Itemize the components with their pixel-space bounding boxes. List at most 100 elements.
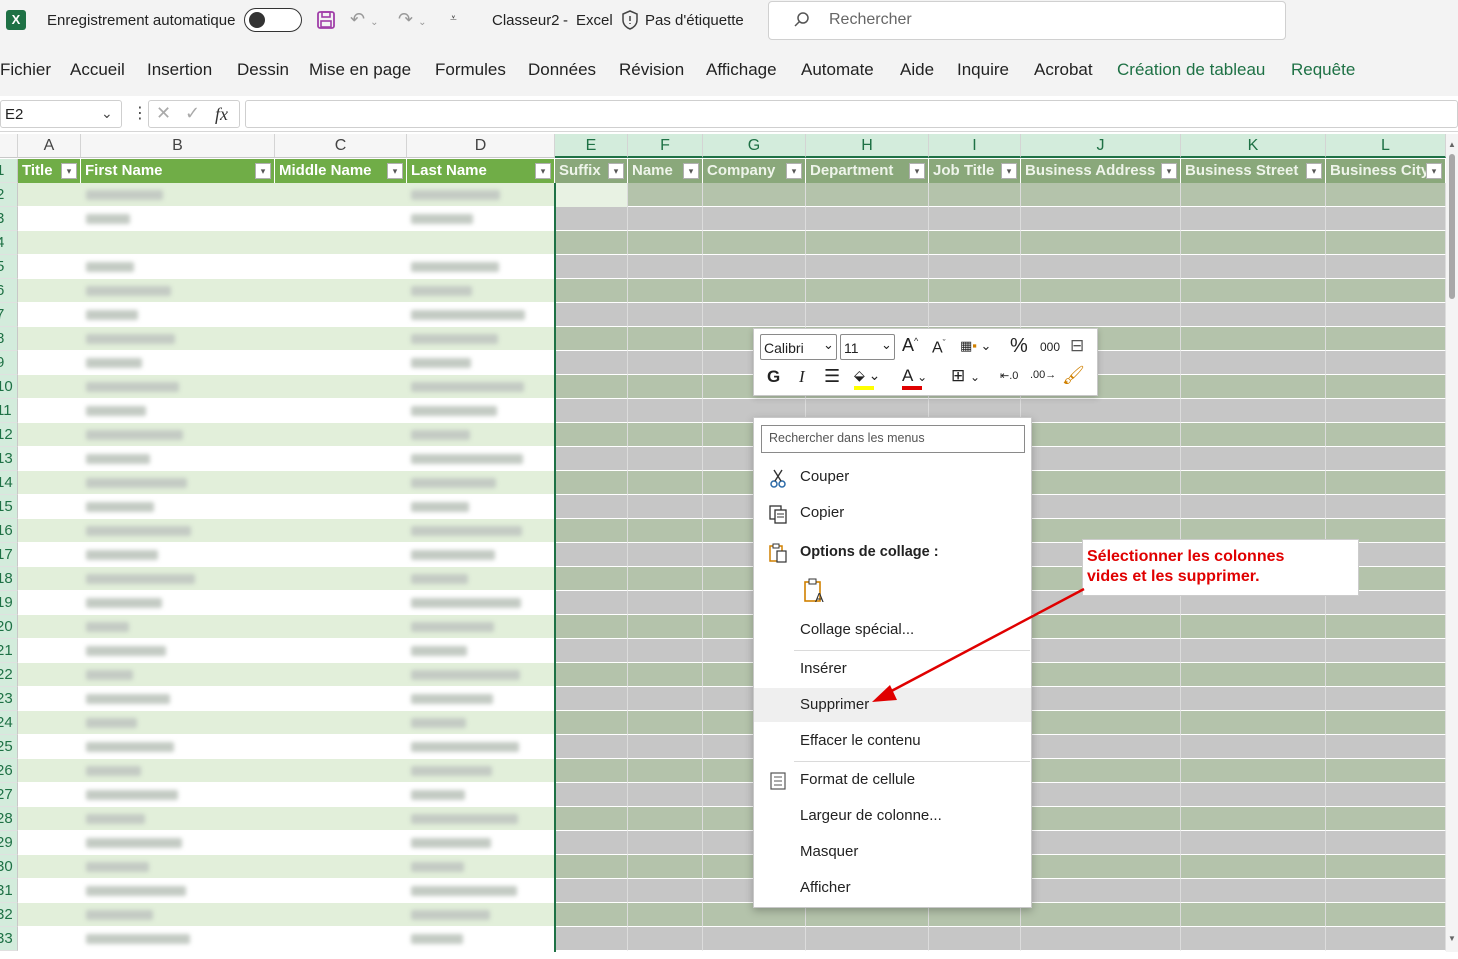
tab-aide[interactable]: Aide xyxy=(900,60,934,80)
percent-icon[interactable]: % xyxy=(1010,335,1028,358)
cell[interactable] xyxy=(275,687,407,711)
cell[interactable] xyxy=(1181,423,1326,447)
cell[interactable] xyxy=(1021,879,1181,903)
cell[interactable] xyxy=(628,447,703,471)
cell[interactable] xyxy=(806,207,929,231)
cell[interactable] xyxy=(18,927,81,951)
cell[interactable] xyxy=(18,903,81,927)
filter-dropdown-icon[interactable]: ▾ xyxy=(786,163,802,179)
cell[interactable] xyxy=(929,231,1021,255)
cell[interactable] xyxy=(1326,303,1446,327)
cell[interactable] xyxy=(1181,711,1326,735)
filter-dropdown-icon[interactable]: ▾ xyxy=(909,163,925,179)
cell[interactable] xyxy=(628,927,703,951)
cell[interactable] xyxy=(806,231,929,255)
fill-color-icon[interactable]: ⬙ ⌄ xyxy=(854,367,890,391)
tab-formules[interactable]: Formules xyxy=(435,60,506,80)
cell[interactable] xyxy=(1326,399,1446,423)
cell[interactable] xyxy=(628,279,703,303)
cell[interactable] xyxy=(18,783,81,807)
cell[interactable] xyxy=(18,183,81,207)
cell[interactable] xyxy=(555,759,628,783)
table-header-cell[interactable]: Business City ▾ xyxy=(1326,159,1446,183)
menu-item-copy[interactable]: Copier xyxy=(754,496,1031,530)
row-header[interactable]: 16 xyxy=(0,519,18,543)
menu-item-hide[interactable]: Masquer xyxy=(754,835,1031,869)
cell[interactable] xyxy=(275,591,407,615)
table-header-cell[interactable]: Name ▾ xyxy=(628,159,703,183)
cell[interactable] xyxy=(555,351,628,375)
enter-icon[interactable]: ✓ xyxy=(185,103,200,124)
cell[interactable] xyxy=(1021,255,1181,279)
cell[interactable] xyxy=(628,831,703,855)
table-header-cell[interactable]: Suffix ▾ xyxy=(555,159,628,183)
cell[interactable] xyxy=(18,663,81,687)
cell[interactable] xyxy=(1181,663,1326,687)
cell[interactable] xyxy=(555,807,628,831)
row-header[interactable]: 7 xyxy=(0,303,18,327)
filter-dropdown-icon[interactable]: ▾ xyxy=(1161,163,1177,179)
cell[interactable] xyxy=(628,615,703,639)
cell[interactable] xyxy=(1021,447,1181,471)
cell[interactable] xyxy=(555,471,628,495)
cell[interactable] xyxy=(275,831,407,855)
cell[interactable] xyxy=(628,711,703,735)
cell[interactable] xyxy=(1326,375,1446,399)
cell[interactable] xyxy=(555,639,628,663)
cell[interactable] xyxy=(1326,615,1446,639)
cell[interactable] xyxy=(18,711,81,735)
cell[interactable] xyxy=(18,687,81,711)
cell[interactable] xyxy=(1326,879,1446,903)
row-header[interactable]: 27 xyxy=(0,783,18,807)
cell[interactable] xyxy=(275,519,407,543)
cell[interactable] xyxy=(18,375,81,399)
row-header[interactable]: 13 xyxy=(0,447,18,471)
cell[interactable] xyxy=(18,351,81,375)
cell[interactable] xyxy=(275,639,407,663)
cell[interactable] xyxy=(628,231,703,255)
cell[interactable] xyxy=(1326,279,1446,303)
cell[interactable] xyxy=(628,735,703,759)
cell[interactable] xyxy=(628,207,703,231)
cell[interactable] xyxy=(275,279,407,303)
cell[interactable] xyxy=(628,807,703,831)
increase-font-icon[interactable]: A^ xyxy=(902,335,918,356)
cell[interactable] xyxy=(275,183,407,207)
cell[interactable] xyxy=(929,927,1021,951)
row-header[interactable]: 11 xyxy=(0,399,18,423)
row-header[interactable]: 21 xyxy=(0,639,18,663)
cell[interactable] xyxy=(628,879,703,903)
cell[interactable] xyxy=(1326,831,1446,855)
cell[interactable] xyxy=(407,231,555,255)
cell[interactable] xyxy=(806,279,929,303)
cell[interactable] xyxy=(18,615,81,639)
row-header[interactable]: 20 xyxy=(0,615,18,639)
cell[interactable] xyxy=(806,183,929,207)
borders-icon[interactable]: ⊞ ⌄ xyxy=(951,366,980,386)
cell[interactable] xyxy=(1181,279,1326,303)
bold-button[interactable]: G xyxy=(767,367,780,387)
column-header-b[interactable]: B xyxy=(81,134,275,158)
filter-dropdown-icon[interactable]: ▾ xyxy=(683,163,699,179)
column-header-j[interactable]: J xyxy=(1021,134,1181,158)
cell[interactable] xyxy=(1021,495,1181,519)
cell[interactable] xyxy=(929,303,1021,327)
table-header-cell[interactable]: Last Name ▾ xyxy=(407,159,555,183)
font-color-icon[interactable]: A ⌄ xyxy=(902,366,938,390)
number-format-icon[interactable]: ▦▪ ⌄ xyxy=(960,338,991,354)
table-header-cell[interactable]: Middle Name ▾ xyxy=(275,159,407,183)
cell[interactable] xyxy=(555,855,628,879)
row-header[interactable]: 28 xyxy=(0,807,18,831)
table-header-cell[interactable]: Business Address ▾ xyxy=(1021,159,1181,183)
cell[interactable] xyxy=(275,423,407,447)
scroll-thumb[interactable] xyxy=(1449,154,1455,299)
menu-search-input[interactable]: Rechercher dans les menus xyxy=(761,425,1025,453)
cell[interactable] xyxy=(555,279,628,303)
cell[interactable] xyxy=(18,543,81,567)
filter-dropdown-icon[interactable]: ▾ xyxy=(1001,163,1017,179)
cell[interactable] xyxy=(1021,759,1181,783)
cell[interactable] xyxy=(555,783,628,807)
row-header[interactable]: 3 xyxy=(0,207,18,231)
cell[interactable] xyxy=(18,567,81,591)
cell[interactable] xyxy=(555,447,628,471)
